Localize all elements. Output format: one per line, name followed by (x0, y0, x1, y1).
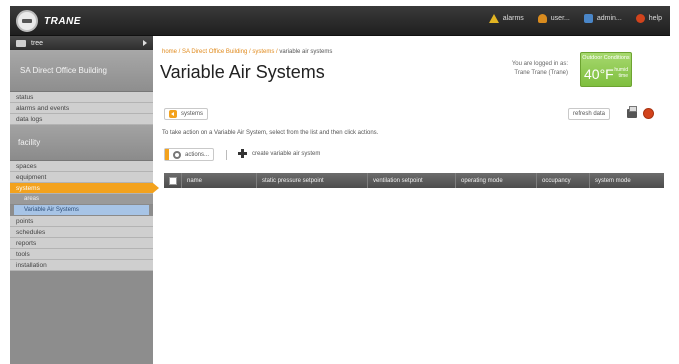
instructions-text: To take action on a Variable Air System,… (162, 130, 379, 136)
actions-button[interactable]: actions... (164, 148, 215, 161)
tree-toggle[interactable]: tree (10, 36, 153, 50)
breadcrumb: home / SA Direct Office Building / syste… (162, 49, 333, 55)
user-icon (537, 14, 547, 23)
nav-user-label: user... (550, 15, 570, 22)
help-icon[interactable] (643, 108, 654, 119)
sidebar-item-alarms-events[interactable]: alarms and events (10, 103, 153, 114)
help-icon (635, 14, 645, 23)
chevron-right-icon (143, 40, 147, 46)
create-variable-air-system-link[interactable]: create variable air system (238, 149, 320, 158)
toolbar-divider (226, 150, 227, 160)
warning-icon (488, 14, 499, 23)
gear-icon (173, 150, 181, 159)
nav-help-label: help (648, 15, 662, 22)
top-nav: alarms user... admin... help (488, 14, 662, 23)
column-header-operating-mode[interactable]: operating mode (456, 173, 537, 188)
logged-in-label: You are logged in as: (511, 61, 568, 67)
sidebar-item-equipment[interactable]: equipment (10, 172, 153, 183)
outdoor-temperature: 40°F (584, 66, 614, 82)
trane-logo-icon (16, 10, 38, 32)
sidebar: tree SA Direct Office Building status al… (10, 36, 159, 364)
create-link-label: create variable air system (252, 150, 321, 157)
column-header-ventilation[interactable]: ventilation setpoint (368, 173, 456, 188)
sidebar-item-tools[interactable]: tools (10, 249, 153, 260)
building-name[interactable]: SA Direct Office Building (10, 50, 153, 92)
sidebar-section-facility[interactable]: facility (10, 125, 153, 161)
systems-back-label: systems (181, 111, 204, 117)
outdoor-conditions-label: Outdoor Conditions (582, 55, 630, 61)
table-header: name static pressure setpoint ventilatio… (164, 173, 664, 188)
chevron-left-icon (169, 110, 177, 118)
print-icon[interactable] (627, 106, 637, 118)
select-all-checkbox[interactable] (164, 173, 182, 188)
trane-logo[interactable]: TRANE (16, 9, 81, 33)
nav-admin[interactable]: admin... (583, 14, 622, 23)
sidebar-item-schedules[interactable]: schedules (10, 227, 153, 238)
sidebar-item-spaces[interactable]: spaces (10, 161, 153, 172)
logged-in-info: You are logged in as: Trane Trane (Trane… (478, 60, 568, 78)
nav-user[interactable]: user... (537, 14, 570, 23)
folder-icon (16, 39, 26, 47)
refresh-data-button[interactable]: refresh data (568, 108, 611, 120)
sidebar-item-data-logs[interactable]: data logs (10, 114, 153, 125)
tree-label: tree (31, 39, 44, 47)
outdoor-time: time (618, 73, 628, 79)
systems-back-button[interactable]: systems (164, 108, 209, 120)
sidebar-subitem-variable-air-systems[interactable]: Variable Air Systems (14, 205, 149, 216)
breadcrumb-building[interactable]: SA Direct Office Building (182, 49, 247, 55)
actions-label: actions... (185, 151, 210, 158)
sidebar-item-reports[interactable]: reports (10, 238, 153, 249)
outdoor-side-info: humid time (614, 67, 628, 79)
column-header-occupancy[interactable]: occupancy (537, 173, 590, 188)
column-header-name[interactable]: name (182, 173, 257, 188)
page-title: Variable Air Systems (160, 62, 325, 82)
column-header-system-mode[interactable]: system mode (590, 173, 664, 188)
plus-icon (238, 149, 247, 158)
top-bar: TRANE alarms user... admin... help (10, 6, 670, 36)
actions-accent (165, 149, 169, 160)
sidebar-item-installation[interactable]: installation (10, 260, 153, 271)
outdoor-conditions[interactable]: Outdoor Conditions 40°F humid time (580, 52, 632, 87)
logged-in-user[interactable]: Trane Trane (Trane) (478, 69, 568, 78)
breadcrumb-current: variable air systems (279, 49, 333, 55)
column-header-static-pressure[interactable]: static pressure setpoint (257, 173, 368, 188)
sidebar-item-points[interactable]: points (10, 216, 153, 227)
checkbox-icon (168, 176, 177, 185)
main-content: home / SA Direct Office Building / syste… (160, 36, 670, 364)
nav-alarms[interactable]: alarms (488, 14, 524, 23)
breadcrumb-systems[interactable]: systems (252, 49, 274, 55)
nav-admin-label: admin... (596, 15, 622, 22)
sidebar-subitem-areas[interactable]: areas (10, 194, 153, 205)
breadcrumb-home[interactable]: home (162, 49, 177, 55)
nav-help[interactable]: help (635, 14, 662, 23)
admin-icon (583, 14, 593, 23)
sidebar-item-systems[interactable]: systems (10, 183, 159, 194)
sidebar-item-status[interactable]: status (10, 92, 153, 103)
nav-alarms-label: alarms (502, 15, 524, 22)
brand-name: TRANE (44, 15, 81, 27)
